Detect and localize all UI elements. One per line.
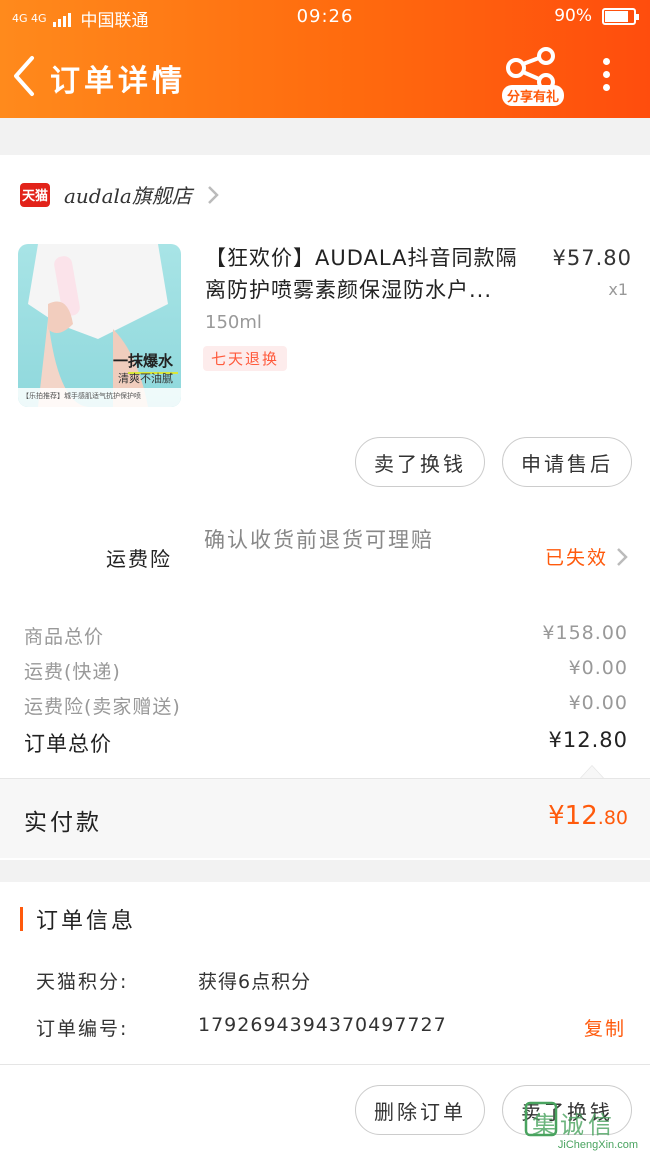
store-name: audala旗舰店: [64, 184, 192, 208]
summary-value: ¥0.00: [568, 657, 628, 679]
paid-amount: ¥12.80: [548, 801, 628, 831]
summary-row: 运费(快递) ¥0.00: [24, 657, 628, 684]
nav-bar: 订单详情 分享有礼: [0, 40, 650, 112]
return-policy-tag: 七天退换: [203, 346, 288, 371]
clock: 09:26: [296, 6, 354, 27]
product-price: ¥57.80: [552, 246, 632, 270]
order-number-key: 订单编号:: [36, 1018, 129, 1040]
page-title: 订单详情: [50, 64, 186, 99]
product-image-headline: 一抹爆水: [112, 352, 173, 370]
freight-insurance-status[interactable]: 已失效: [545, 543, 628, 570]
summary-row: 运费险(卖家赠送) ¥0.00: [24, 692, 628, 719]
summary-row: 商品总价 ¥158.00: [24, 622, 628, 649]
freight-insurance-label: 运费险: [106, 547, 172, 571]
battery-icon: [602, 7, 639, 25]
sell-button[interactable]: 卖了换钱: [355, 437, 485, 487]
order-total-label: 订单总价: [24, 732, 112, 756]
paid-amount-int: ¥12: [548, 801, 598, 831]
copy-order-number-button[interactable]: 复制: [584, 1014, 626, 1041]
product-image-sub: 清爽不油腻: [118, 372, 173, 385]
summary-label: 运费(快递): [24, 661, 121, 683]
summary-value: ¥0.00: [568, 692, 628, 714]
order-info-title: 订单信息: [36, 909, 137, 934]
order-total-value: ¥12.80: [548, 728, 628, 752]
watermark-text: JiChengXin.com: [557, 1139, 638, 1151]
points-key: 天猫积分:: [36, 971, 129, 993]
product-image[interactable]: 一抹爆水 清爽不油腻 【乐拍推荐】城手感肌适气抗护保护喷: [18, 244, 181, 407]
header: 4G 4G 中国联通 09:26 90% 订单详情 分享有礼: [0, 0, 650, 118]
paid-label: 实付款: [24, 810, 102, 836]
freight-insurance-desc: 确认收货前退货可理赔: [204, 528, 434, 552]
summary-value: ¥158.00: [542, 622, 628, 644]
insurance-status-text: 已失效: [544, 547, 608, 569]
section-accent-bar: [20, 907, 23, 931]
order-total-row: 订单总价 ¥12.80: [24, 728, 628, 758]
watermark-glyphs: 集诚信: [532, 1111, 616, 1139]
product-title[interactable]: 【狂欢价】AUDALA抖音同款隔离防护喷雾素颜保湿防水户...: [205, 242, 535, 306]
chevron-right-icon: [617, 547, 628, 566]
summary-label: 运费险(卖家赠送): [24, 696, 181, 718]
store-link[interactable]: 天猫 audala旗舰店: [20, 180, 220, 209]
status-bar: 4G 4G 中国联通 09:26 90%: [0, 0, 650, 34]
chevron-right-icon: [207, 185, 219, 204]
watermark-logo: 集诚信 JiChengXin.com: [520, 1099, 646, 1153]
back-arrow-icon[interactable]: [10, 54, 40, 98]
order-number-value: 1792694394370497727: [198, 1014, 447, 1036]
caret-indicator: [580, 765, 604, 778]
order-detail-page: 4G 4G 中国联通 09:26 90% 订单详情 分享有礼 天猫 audala…: [0, 0, 650, 1155]
after-sale-button[interactable]: 申请售后: [502, 437, 632, 487]
paid-amount-dec: .80: [597, 807, 628, 829]
more-menu-icon[interactable]: [596, 58, 616, 98]
product-spec: 150ml: [205, 312, 262, 333]
share-reward-badge[interactable]: 分享有礼: [502, 85, 565, 106]
points-value: 获得6点积分: [198, 971, 312, 993]
summary-label: 商品总价: [24, 626, 105, 648]
status-right: 90%: [554, 6, 639, 26]
battery-percent: 90%: [554, 6, 592, 26]
delete-order-button[interactable]: 删除订单: [355, 1085, 485, 1135]
product-quantity: x1: [608, 280, 628, 299]
paid-amount-row: 实付款 ¥12.80: [0, 778, 650, 858]
tmall-badge: 天猫: [20, 182, 50, 207]
product-image-strip: 【乐拍推荐】城手感肌适气抗护保护喷: [22, 392, 141, 400]
